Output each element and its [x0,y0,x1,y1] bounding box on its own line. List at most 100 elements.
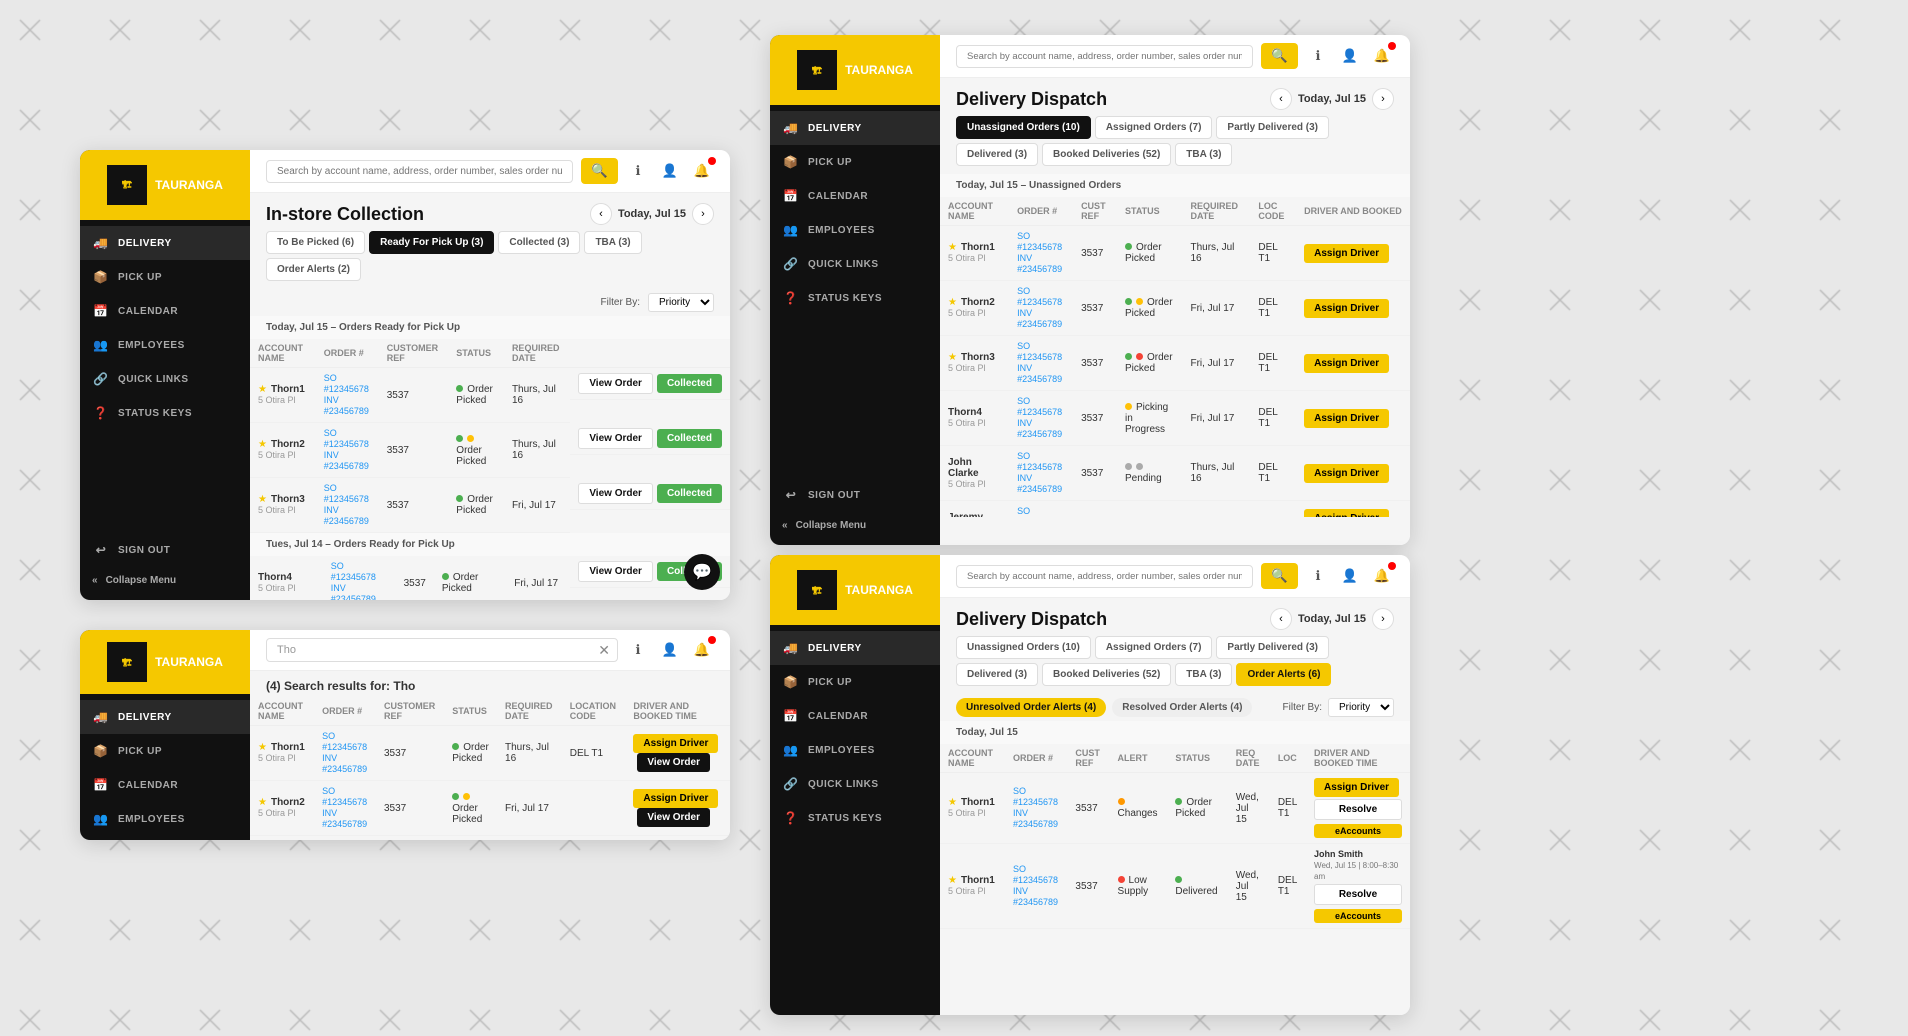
tab-d2-unassigned[interactable]: Unassigned Orders (10) [956,636,1091,659]
assign-driver-btn[interactable]: Assign Driver [1304,354,1389,373]
date-prev-btn[interactable]: ‹ [590,203,612,225]
tab-d2-tba[interactable]: TBA (3) [1175,663,1232,686]
tab-collected[interactable]: Collected (3) [498,231,580,254]
search-input-d2[interactable] [956,565,1253,588]
date-next-btn[interactable]: › [692,203,714,225]
eaccounts-btn[interactable]: eAccounts [1314,909,1402,923]
sidebar-search-pickup[interactable]: 📦 PICK UP [80,734,250,768]
view-order-btn[interactable]: View Order [637,808,710,827]
search-input[interactable] [266,160,573,183]
subtab-resolved[interactable]: Resolved Order Alerts (4) [1112,698,1252,717]
sidebar-d2-delivery[interactable]: 🚚 DELIVERY [770,631,940,665]
search-input-field[interactable] [266,638,618,662]
sidebar-d2-calendar[interactable]: 📅 CALENDAR [770,699,940,733]
sidebar-d2-pickup[interactable]: 📦 PICK UP [770,665,940,699]
user-icon[interactable]: 👤 [1338,564,1362,588]
tab-d2-partly[interactable]: Partly Delivered (3) [1216,636,1329,659]
status-cell: Order Picked [1117,281,1182,336]
collapse-menu[interactable]: « Collapse Menu [80,567,250,594]
assign-driver-btn[interactable]: Assign Driver [633,734,718,753]
tab-d2-orderalerts[interactable]: Order Alerts (6) [1236,663,1331,686]
sidebar-item-calendar[interactable]: 📅 CALENDAR [80,294,250,328]
tab-tba[interactable]: TBA (3) [584,231,641,254]
tab-d2-delivered[interactable]: Delivered (3) [956,663,1038,686]
sidebar-nav-search: 🚚 DELIVERY 📦 PICK UP 📅 CALENDAR 👥 EMPLOY… [80,694,250,840]
filter-select-d2[interactable]: Priority [1328,698,1394,717]
sidebar-item-employees[interactable]: 👥 EMPLOYEES [80,328,250,362]
info-icon[interactable]: ℹ [626,159,650,183]
search-btn-d2[interactable]: 🔍 [1261,563,1298,589]
search-input-delivery[interactable] [956,45,1253,68]
date-cell: Fri, Jul 17 [504,478,570,533]
date-next-btn[interactable]: › [1372,88,1394,110]
view-order-btn[interactable]: View Order [578,373,653,394]
scroll-btn[interactable]: 💬 [684,554,720,590]
sidebar-item-quicklinks[interactable]: 🔗 QUICK LINKS [80,362,250,396]
date-prev-btn[interactable]: ‹ [1270,88,1292,110]
assign-driver-btn[interactable]: Assign Driver [1314,778,1399,797]
sidebar-delivery-signout[interactable]: ↩ SIGN OUT [770,478,940,512]
sidebar-d2-statuskeys[interactable]: ❓ STATUS KEYS [770,801,940,835]
assign-driver-btn[interactable]: Assign Driver [1304,299,1389,318]
assign-driver-btn[interactable]: Assign Driver [1304,244,1389,263]
eaccounts-btn[interactable]: eAccounts [1314,824,1402,838]
sidebar-delivery-calendar[interactable]: 📅 CALENDAR [770,179,940,213]
sidebar-delivery-delivery[interactable]: 🚚 DELIVERY [770,111,940,145]
sidebar-search-employees[interactable]: 👥 EMPLOYEES [80,802,250,836]
tab-d2-assigned[interactable]: Assigned Orders (7) [1095,636,1213,659]
search-btn-delivery[interactable]: 🔍 [1261,43,1298,69]
tab-delivered[interactable]: Delivered (3) [956,143,1038,166]
user-icon[interactable]: 👤 [1338,44,1362,68]
tab-booked[interactable]: Booked Deliveries (52) [1042,143,1171,166]
sidebar-delivery-statuskeys[interactable]: ❓ STATUS KEYS [770,281,940,315]
driver-cell: Assign DriverView Order [625,726,730,781]
tab-orderalerts[interactable]: Order Alerts (2) [266,258,361,281]
sidebar-delivery-quicklinks[interactable]: 🔗 QUICK LINKS [770,247,940,281]
collected-btn[interactable]: Collected [657,374,722,393]
filter-select[interactable]: Priority [648,293,714,312]
user-icon[interactable]: 👤 [658,159,682,183]
sidebar-search-calendar[interactable]: 📅 CALENDAR [80,768,250,802]
date-prev-btn[interactable]: ‹ [1270,608,1292,630]
info-icon[interactable]: ℹ [1306,44,1330,68]
subtab-unresolved[interactable]: Unresolved Order Alerts (4) [956,698,1106,717]
sidebar-delivery-pickup[interactable]: 📦 PICK UP [770,145,940,179]
assign-driver-btn[interactable]: Assign Driver [1304,509,1389,517]
collected-btn[interactable]: Collected [657,484,722,503]
collapse-menu-delivery[interactable]: « Collapse Menu [770,512,940,539]
resolve-btn[interactable]: Resolve [1314,799,1402,820]
search-button[interactable]: 🔍 [581,158,618,184]
logo-icon: 🏗 [122,181,132,190]
sidebar-item-pickup[interactable]: 📦 PICK UP [80,260,250,294]
view-order-btn[interactable]: View Order [637,753,710,772]
resolve-btn[interactable]: Resolve [1314,884,1402,905]
sidebar-item-statuskeys[interactable]: ❓ STATUS KEYS [80,396,250,430]
sidebar-item-delivery[interactable]: 🚚 DELIVERY [80,226,250,260]
assign-driver-btn[interactable]: Assign Driver [633,789,718,808]
sidebar-delivery-employees[interactable]: 👥 EMPLOYEES [770,213,940,247]
tab-tobepicked[interactable]: To Be Picked (6) [266,231,365,254]
assign-driver-btn[interactable]: Assign Driver [1304,464,1389,483]
col-account: ACCOUNT NAME [250,697,314,726]
clear-search-btn[interactable]: ✕ [598,642,610,659]
sidebar-d2-employees[interactable]: 👥 EMPLOYEES [770,733,940,767]
sidebar-search-delivery[interactable]: 🚚 DELIVERY [80,700,250,734]
assign-driver-btn[interactable]: Assign Driver [1304,409,1389,428]
view-order-btn[interactable]: View Order [578,428,653,449]
table-row: ★Thorn35 Otira Pl SO #12345678INV #23456… [250,478,730,533]
view-order-btn[interactable]: View Order [578,561,653,582]
tab-d2-booked[interactable]: Booked Deliveries (52) [1042,663,1171,686]
tab-assigned[interactable]: Assigned Orders (7) [1095,116,1213,139]
sidebar-item-signout[interactable]: ↩ SIGN OUT [80,533,250,567]
info-icon[interactable]: ℹ [1306,564,1330,588]
date-next-btn[interactable]: › [1372,608,1394,630]
tab-tba[interactable]: TBA (3) [1175,143,1232,166]
collected-btn[interactable]: Collected [657,429,722,448]
tab-partly[interactable]: Partly Delivered (3) [1216,116,1329,139]
view-order-btn[interactable]: View Order [578,483,653,504]
info-icon[interactable]: ℹ [626,638,650,662]
user-icon[interactable]: 👤 [658,638,682,662]
tab-readyforpickup[interactable]: Ready For Pick Up (3) [369,231,494,254]
sidebar-d2-quicklinks[interactable]: 🔗 QUICK LINKS [770,767,940,801]
tab-unassigned[interactable]: Unassigned Orders (10) [956,116,1091,139]
